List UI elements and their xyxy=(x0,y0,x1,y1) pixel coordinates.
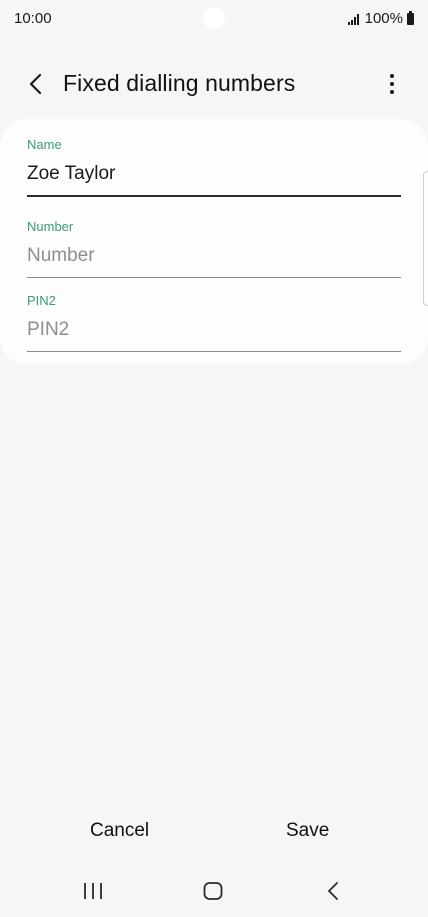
pin2-field: PIN2 xyxy=(27,293,401,352)
pin2-label: PIN2 xyxy=(27,293,56,308)
recents-icon xyxy=(84,883,102,899)
nav-back-button[interactable] xyxy=(318,878,348,904)
save-button[interactable]: Save xyxy=(286,820,329,842)
scrollbar[interactable] xyxy=(423,171,428,306)
name-label: Name xyxy=(27,137,62,152)
status-time: 10:00 xyxy=(14,10,52,27)
back-icon xyxy=(328,882,338,900)
pin2-underline xyxy=(27,351,401,352)
number-field: Number xyxy=(27,219,401,278)
name-field: Name xyxy=(27,137,401,197)
signal-icon xyxy=(347,13,359,25)
cancel-button[interactable]: Cancel xyxy=(90,820,149,842)
home-icon xyxy=(203,882,223,900)
status-bar: 10:00 100% xyxy=(0,0,428,38)
name-input[interactable] xyxy=(27,161,401,187)
navigation-bar xyxy=(0,868,428,914)
recents-button[interactable] xyxy=(78,878,108,904)
bottom-actions: Cancel Save xyxy=(0,812,428,856)
number-input[interactable] xyxy=(27,243,401,269)
form-card: Name Number PIN2 xyxy=(0,119,428,365)
more-options-button[interactable] xyxy=(376,68,408,100)
chevron-left-icon xyxy=(29,73,42,95)
battery-percentage: 100% xyxy=(364,10,403,27)
page-title: Fixed dialling numbers xyxy=(63,70,296,96)
name-underline xyxy=(27,195,401,197)
more-vertical-icon xyxy=(390,74,394,94)
pin2-input[interactable] xyxy=(27,317,401,343)
back-button[interactable] xyxy=(20,68,52,100)
home-button[interactable] xyxy=(198,878,228,904)
app-bar: Fixed dialling numbers xyxy=(0,58,428,110)
battery-icon xyxy=(407,10,414,25)
status-indicators: 100% xyxy=(347,10,414,27)
camera-cutout xyxy=(203,7,225,29)
number-underline xyxy=(27,277,401,278)
number-label: Number xyxy=(27,219,74,234)
